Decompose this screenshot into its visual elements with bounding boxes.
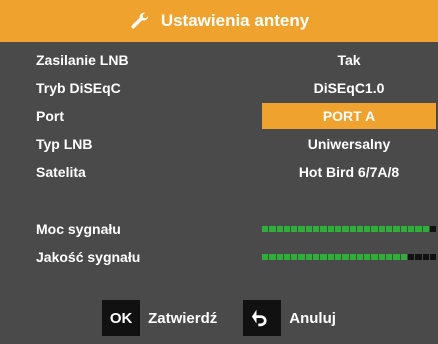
setting-value[interactable]: Uniwersalny xyxy=(262,131,436,157)
title-bar: Ustawienia anteny xyxy=(0,0,438,42)
meter-segment xyxy=(386,254,393,260)
meter-segment xyxy=(305,254,313,260)
meter-segment xyxy=(356,254,364,260)
meter-segment xyxy=(349,254,356,260)
meter-segment xyxy=(342,254,349,260)
meter-segment xyxy=(298,254,305,260)
signal-strength-row: Moc sygnału xyxy=(22,216,437,242)
meter-segment xyxy=(356,226,364,232)
meter-segment xyxy=(334,226,342,232)
meter-segment xyxy=(429,254,437,260)
back-arrow-icon[interactable] xyxy=(243,300,282,336)
confirm-label: Zatwierdź xyxy=(148,309,218,327)
meter-segment xyxy=(320,254,327,260)
setting-value[interactable]: Tak xyxy=(262,47,436,73)
signal-quality-meter xyxy=(262,254,437,260)
signal-strength-label: Moc sygnału xyxy=(36,221,121,237)
meter-segment xyxy=(378,254,386,260)
setting-value-selected[interactable]: PORT A xyxy=(262,103,436,129)
meter-segment xyxy=(298,226,305,232)
meter-segment xyxy=(371,254,378,260)
meter-segment xyxy=(320,226,327,232)
setting-row-lnb-power[interactable]: Zasilanie LNB Tak xyxy=(22,47,436,73)
meter-segment xyxy=(276,254,283,260)
setting-label: Satelita xyxy=(36,164,86,180)
setting-value[interactable]: DiSEqC1.0 xyxy=(262,75,436,101)
meter-segment xyxy=(400,226,407,232)
ok-key-icon[interactable]: OK xyxy=(102,300,141,336)
meter-segment xyxy=(422,254,429,260)
footer-bar: OK Zatwierdź Anuluj xyxy=(0,292,438,344)
meter-segment xyxy=(400,254,407,260)
setting-label: Zasilanie LNB xyxy=(36,52,129,68)
setting-label: Port xyxy=(36,108,64,124)
meter-segment xyxy=(364,254,371,260)
signal-quality-row: Jakość sygnału xyxy=(22,244,437,270)
meter-segment xyxy=(349,226,356,232)
meter-segment xyxy=(342,226,349,232)
setting-value[interactable]: Hot Bird 6/7A/8 xyxy=(262,159,436,185)
cancel-label: Anuluj xyxy=(289,309,336,327)
setting-row-satellite[interactable]: Satelita Hot Bird 6/7A/8 xyxy=(22,159,436,185)
meter-segment xyxy=(291,254,298,260)
setting-row-diseqc-mode[interactable]: Tryb DiSEqC DiSEqC1.0 xyxy=(22,75,436,101)
meter-segment xyxy=(393,226,400,232)
meter-segment xyxy=(371,226,378,232)
meter-segment xyxy=(378,226,386,232)
meter-segment xyxy=(305,226,313,232)
meter-segment xyxy=(283,254,291,260)
meter-segment xyxy=(415,226,422,232)
meter-segment xyxy=(422,226,429,232)
meter-segment xyxy=(262,254,269,260)
wrench-icon xyxy=(131,12,149,29)
meter-segment xyxy=(334,254,342,260)
meter-segment xyxy=(327,254,334,260)
setting-row-port[interactable]: Port PORT A xyxy=(22,103,436,129)
meter-segment xyxy=(415,254,422,260)
meter-segment xyxy=(407,254,415,260)
meter-segment xyxy=(429,226,437,232)
meter-segment xyxy=(407,226,415,232)
page-title: Ustawienia anteny xyxy=(160,11,310,30)
meter-segment xyxy=(386,226,393,232)
meter-segment xyxy=(327,226,334,232)
meter-segment xyxy=(283,226,291,232)
meter-segment xyxy=(269,254,276,260)
meter-segment xyxy=(313,226,320,232)
setting-label: Tryb DiSEqC xyxy=(36,80,121,96)
setting-row-lnb-type[interactable]: Typ LNB Uniwersalny xyxy=(22,131,436,157)
signal-strength-meter xyxy=(262,226,437,232)
meter-segment xyxy=(276,226,283,232)
setting-label: Typ LNB xyxy=(36,136,93,152)
meter-segment xyxy=(262,226,269,232)
meter-segment xyxy=(269,226,276,232)
meter-segment xyxy=(393,254,400,260)
meter-segment xyxy=(313,254,320,260)
meter-segment xyxy=(291,226,298,232)
signal-quality-label: Jakość sygnału xyxy=(36,249,141,265)
meter-segment xyxy=(364,226,371,232)
